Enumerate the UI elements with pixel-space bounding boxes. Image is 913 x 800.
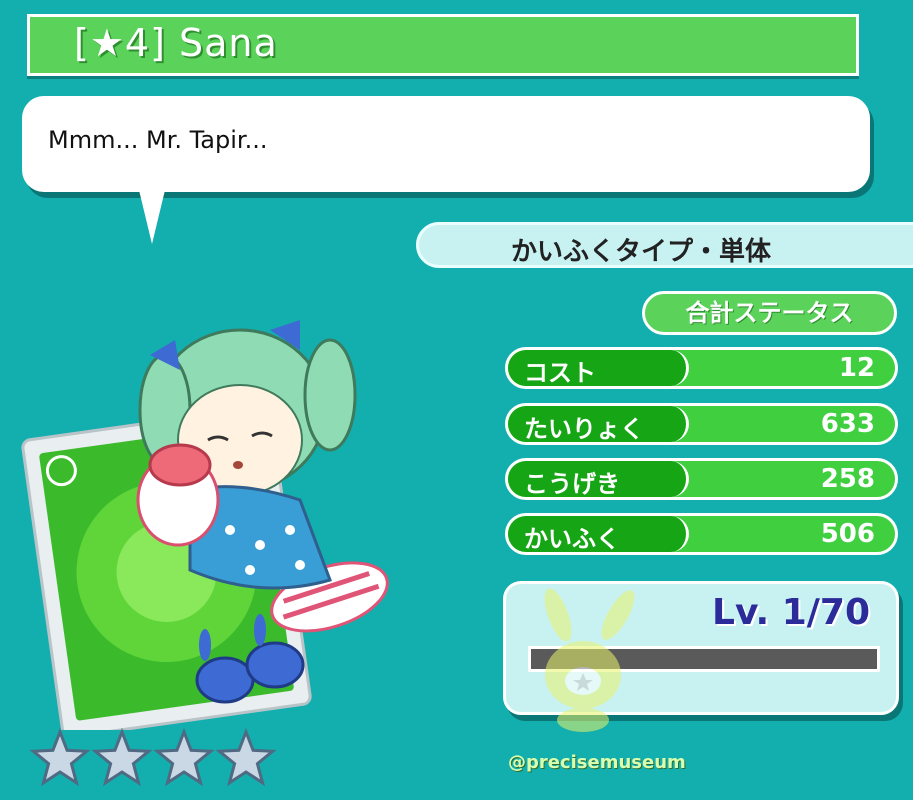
total-status-header: 合計ステータス bbox=[642, 291, 897, 335]
star-icon bbox=[215, 728, 277, 787]
stat-label-pill: コスト bbox=[508, 350, 689, 386]
star-icon bbox=[29, 728, 91, 787]
speech-bubble-tail bbox=[138, 186, 166, 244]
stat-value: 258 bbox=[820, 464, 875, 494]
stat-row-cost: コスト 12 bbox=[505, 347, 898, 389]
star-icon bbox=[153, 728, 215, 787]
stat-label: かいふく bbox=[524, 525, 620, 553]
stat-label-pill: かいふく bbox=[508, 516, 689, 552]
skill-type-banner: かいふくタイプ・単体 bbox=[416, 222, 913, 268]
stat-label: たいりょく bbox=[524, 415, 644, 443]
total-status-label: 合計ステータス bbox=[685, 299, 854, 327]
stat-value: 12 bbox=[838, 353, 875, 383]
dialogue-text: Mmm... Mr. Tapir... bbox=[48, 126, 268, 154]
skill-type-label: かいふくタイプ・単体 bbox=[511, 237, 772, 267]
stat-value: 633 bbox=[820, 409, 875, 439]
stat-row-hp: たいりょく 633 bbox=[505, 403, 898, 445]
level-text: Lv. 1/70 bbox=[712, 592, 870, 633]
stat-label-pill: たいりょく bbox=[508, 406, 689, 442]
stat-row-attack: こうげき 258 bbox=[505, 458, 898, 500]
stat-label: コスト bbox=[524, 359, 596, 387]
card-title: [★4] Sana bbox=[74, 21, 278, 65]
stat-value: 506 bbox=[820, 519, 875, 549]
watermark: @precisemuseum bbox=[508, 752, 686, 773]
star-icon bbox=[91, 728, 153, 787]
stat-label: こうげき bbox=[524, 470, 620, 498]
mascot-art bbox=[544, 588, 635, 732]
stat-row-recovery: かいふく 506 bbox=[505, 513, 898, 555]
character-art bbox=[21, 320, 389, 730]
speech-bubble: Mmm... Mr. Tapir... bbox=[22, 96, 870, 192]
title-bar: [★4] Sana bbox=[27, 14, 859, 76]
stat-label-pill: こうげき bbox=[508, 461, 689, 497]
rarity-stars bbox=[29, 728, 277, 787]
